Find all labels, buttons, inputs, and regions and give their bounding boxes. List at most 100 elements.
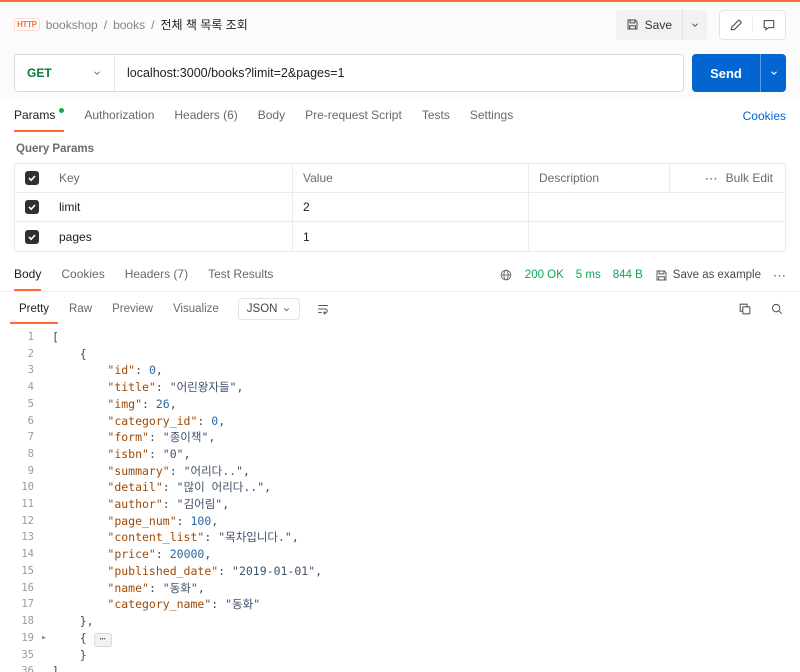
view-tab-raw[interactable]: Raw: [60, 294, 101, 324]
row-checkbox[interactable]: [25, 229, 39, 244]
view-tab-preview[interactable]: Preview: [103, 294, 162, 324]
tab-tests[interactable]: Tests: [422, 99, 450, 132]
save-options-button[interactable]: [683, 10, 707, 40]
chevron-down-icon: [284, 307, 290, 311]
tab-label: Headers (7): [124, 267, 189, 281]
param-description-cell[interactable]: [529, 193, 669, 221]
more-options-icon[interactable]: ⋯: [705, 172, 718, 185]
param-description-cell[interactable]: [529, 222, 669, 251]
code-text: },: [52, 613, 94, 628]
response-time: 5 ms: [575, 269, 601, 281]
send-button[interactable]: Send: [692, 54, 760, 92]
response-more-options[interactable]: ⋯: [773, 269, 786, 282]
line-number: 13: [21, 531, 34, 544]
tab-authorization[interactable]: Authorization: [84, 99, 154, 132]
param-value-cell[interactable]: 2: [293, 193, 529, 221]
save-button[interactable]: Save: [616, 18, 682, 32]
code-text: "author": "김어림",: [107, 497, 230, 512]
globe-icon[interactable]: [499, 268, 513, 282]
code-text: "category_id": 0,: [107, 413, 226, 428]
save-icon: [626, 18, 639, 31]
format-select[interactable]: JSON: [237, 298, 301, 320]
row-checkbox-cell: [15, 222, 49, 251]
line-number: 17: [21, 598, 34, 611]
tab-label: Cookies: [61, 267, 105, 281]
code-line: 7▸ "form": "종이책",: [0, 429, 800, 446]
method-select[interactable]: GET: [15, 55, 115, 91]
table-header-row: Key Value Description ⋯ Bulk Edit: [15, 164, 785, 193]
tab-pre-request-script[interactable]: Pre-request Script: [305, 99, 402, 132]
code-text: "isbn": "0",: [107, 446, 191, 461]
breadcrumb-separator: /: [103, 17, 108, 32]
code-line: 5▸ "img": 26,: [0, 396, 800, 413]
breadcrumb-folder[interactable]: books: [113, 18, 145, 32]
param-value-cell[interactable]: 1: [293, 222, 529, 251]
line-number: 4: [27, 381, 34, 394]
response-meta: 200 OK 5 ms 844 B Save as example ⋯: [499, 259, 786, 291]
code-text: {: [52, 346, 87, 361]
bulk-edit-button[interactable]: ⋯ Bulk Edit: [669, 164, 785, 192]
line-number: 35: [21, 648, 34, 661]
view-tab-pretty[interactable]: Pretty: [10, 294, 59, 324]
tab-label: Headers (6): [174, 107, 238, 122]
line-number: 5: [27, 397, 34, 410]
code-text: "category_name": "동화": [107, 597, 261, 612]
param-key-cell[interactable]: limit: [49, 193, 293, 221]
view-toolbar-right: [732, 296, 790, 322]
copy-button[interactable]: [732, 296, 758, 322]
tab-headers[interactable]: Headers (6): [174, 99, 237, 132]
response-body-viewer[interactable]: 1▸[2▸ {3▸ "id": 0,4▸ "title": "어린왕자들",5▸…: [0, 326, 800, 672]
row-checkbox[interactable]: [25, 200, 39, 214]
save-as-example-label: Save as example: [672, 269, 761, 281]
code-text: "summary": "어리다..",: [107, 463, 250, 478]
code-line: 11▸ "author": "김어림",: [0, 496, 800, 513]
code-line: 16▸ "name": "동화",: [0, 580, 800, 597]
header-actions: Save: [615, 9, 786, 40]
edit-button[interactable]: [720, 11, 752, 39]
request-tools-group: [719, 9, 786, 40]
send-options-button[interactable]: [760, 54, 786, 92]
code-line: 1▸[: [0, 329, 800, 346]
fold-chevron-icon[interactable]: ▸: [36, 630, 52, 647]
tab-label: Tests: [421, 107, 450, 122]
row-checkbox-cell: [15, 193, 49, 221]
tab-params[interactable]: Params: [14, 99, 65, 132]
cookies-link[interactable]: Cookies: [743, 99, 786, 132]
code-line: 13▸ "content_list": "목차입니다.",: [0, 529, 800, 546]
line-number: 1: [27, 331, 34, 343]
query-params-table: Key Value Description ⋯ Bulk Edit limit …: [14, 163, 786, 252]
comments-button[interactable]: [753, 11, 785, 39]
code-text: "id": 0,: [107, 363, 163, 378]
response-tab-test-results[interactable]: Test Results: [208, 259, 273, 291]
url-bar: GET Send: [0, 47, 800, 99]
select-all-checkbox[interactable]: [25, 171, 39, 185]
code-line: 2▸ {: [0, 346, 800, 363]
search-button[interactable]: [764, 296, 790, 322]
collapsed-content-chip[interactable]: ⋯: [93, 632, 112, 647]
url-input[interactable]: [115, 55, 683, 91]
code-text: "content_list": "목차입니다.",: [107, 530, 299, 545]
code-text: "name": "동화",: [107, 580, 205, 595]
param-extra-cell: [669, 193, 785, 221]
line-number: 18: [21, 614, 34, 627]
code-line: 4▸ "title": "어린왕자들",: [0, 379, 800, 396]
tab-settings[interactable]: Settings: [470, 99, 513, 132]
response-tab-body[interactable]: Body: [14, 259, 42, 291]
request-tabs: Params Authorization Headers (6) Body Pr…: [0, 99, 800, 132]
save-as-example-button[interactable]: Save as example: [655, 269, 761, 282]
code-text: }: [52, 647, 87, 662]
response-tabs: Body Cookies Headers (7) Test Results 20…: [0, 259, 800, 292]
response-tab-headers[interactable]: Headers (7): [125, 259, 188, 291]
response-tab-cookies[interactable]: Cookies: [61, 259, 104, 291]
line-number: 8: [27, 447, 34, 460]
code-text: "detail": "많이 어리다..",: [107, 480, 272, 495]
view-tab-visualize[interactable]: Visualize: [164, 294, 228, 324]
wrap-text-button[interactable]: [310, 296, 336, 322]
breadcrumb-collection[interactable]: bookshop: [46, 18, 98, 32]
save-example-icon: [655, 269, 668, 282]
wrap-text-icon: [318, 304, 329, 315]
param-key-cell[interactable]: pages: [49, 222, 293, 251]
request-title[interactable]: 전체 책 목록 조회: [160, 16, 247, 33]
param-extra-cell: [669, 222, 785, 251]
tab-body[interactable]: Body: [258, 99, 285, 132]
